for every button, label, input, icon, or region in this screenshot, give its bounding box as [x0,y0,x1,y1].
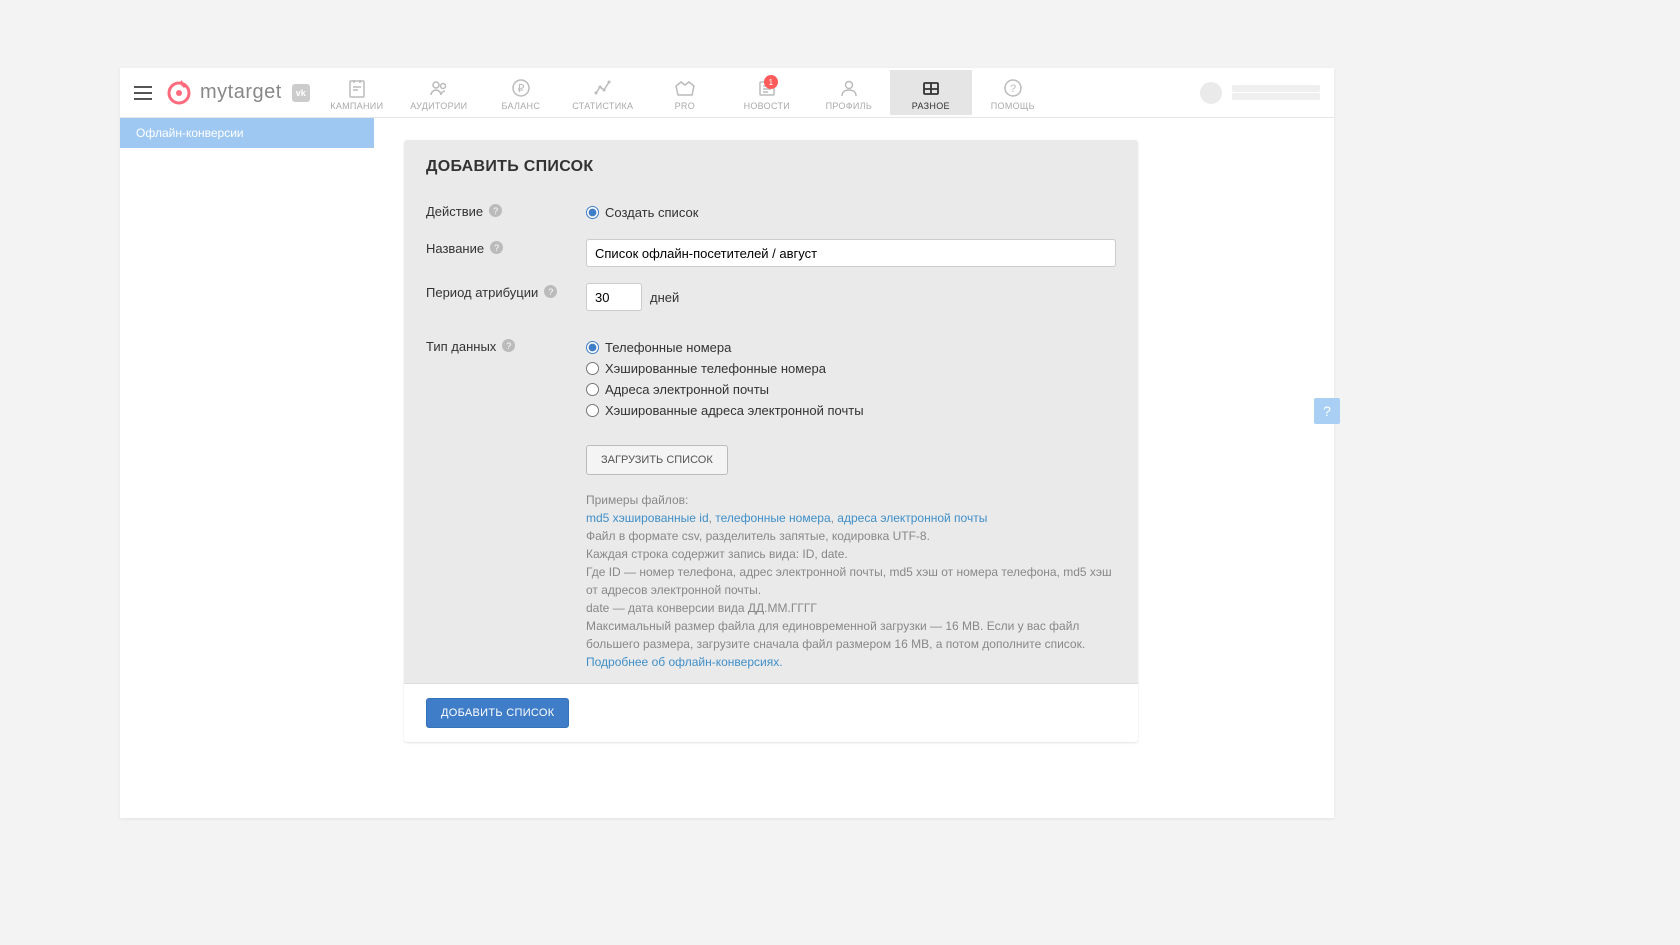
balance-icon: ₽ [484,77,558,99]
audiences-icon [402,77,476,99]
row-action: Действие? Создать список [426,194,1116,231]
link-email[interactable]: адреса электронной почты [837,511,987,525]
pro-icon [648,77,722,99]
nav-misc[interactable]: РАЗНОЕ [890,70,972,115]
label-attribution: Период атрибуции [426,285,538,300]
radio-create-list[interactable]: Создать список [586,202,1116,223]
topbar: mytarget vk КАМПАНИИ АУДИТОРИИ ₽ БАЛАНС … [120,68,1334,118]
label-datatype: Тип данных [426,339,496,354]
label-name: Название [426,241,484,256]
content-area: ДОБАВИТЬ СПИСОК Действие? Создать список… [374,118,1334,818]
avatar [1200,82,1222,104]
misc-icon [894,77,968,99]
radio-phone-hashed[interactable]: Хэшированные телефонные номера [586,358,1116,379]
upload-list-button[interactable]: ЗАГРУЗИТЬ СПИСОК [586,445,728,475]
profile-placeholder [1232,84,1320,101]
logo-mark-icon [164,78,194,108]
label-action: Действие [426,204,483,219]
menu-icon[interactable] [130,80,156,106]
radio-email[interactable]: Адреса электронной почты [586,379,1116,400]
nav-statistics[interactable]: СТАТИСТИКА [562,70,644,115]
link-more[interactable]: Подробнее об офлайн-конверсиях. [586,655,783,669]
svg-text:?: ? [1010,83,1016,95]
hint-line3: Где ID — номер телефона, адрес электронн… [586,563,1116,599]
name-input[interactable] [586,239,1116,267]
sidenav-item-offline-conversions[interactable]: Офлайн-конверсии [120,118,374,148]
row-datatype: Тип данных? Телефонные номера Хэшированн… [426,319,1116,679]
radio-phone[interactable]: Телефонные номера [586,337,1116,358]
svg-text:₽: ₽ [517,83,524,95]
row-attribution: Период атрибуции? дней [426,275,1116,319]
row-name: Название? [426,231,1116,275]
news-icon: 1 [730,77,804,99]
attribution-input[interactable] [586,283,642,311]
profile-area[interactable] [1200,82,1334,104]
add-list-panel: ДОБАВИТЬ СПИСОК Действие? Создать список… [404,140,1138,742]
help-action-icon[interactable]: ? [489,204,502,217]
hint-examples: Примеры файлов: [586,491,1116,509]
main-nav: КАМПАНИИ АУДИТОРИИ ₽ БАЛАНС СТАТИСТИКА P… [316,70,1200,115]
link-md5[interactable]: md5 хэшированные id [586,511,709,525]
sidenav: Офлайн-конверсии [120,118,374,818]
panel-footer: ДОБАВИТЬ СПИСОК [404,683,1138,742]
logo[interactable]: mytarget vk [164,78,310,108]
panel-header: ДОБАВИТЬ СПИСОК [404,140,1138,186]
radio-email-hashed[interactable]: Хэшированные адреса электронной почты [586,400,1116,421]
panel-title: ДОБАВИТЬ СПИСОК [426,158,1116,176]
add-list-button[interactable]: ДОБАВИТЬ СПИСОК [426,698,569,728]
nav-news[interactable]: 1 НОВОСТИ [726,70,808,115]
nav-pro[interactable]: PRO [644,70,726,115]
nav-profile[interactable]: ПРОФИЛЬ [808,70,890,115]
floating-help-button[interactable]: ? [1314,398,1340,424]
help-attribution-icon[interactable]: ? [544,285,557,298]
hint-line1: Файл в формате csv, разделитель запятые,… [586,527,1116,545]
statistics-icon [566,77,640,99]
link-phone[interactable]: телефонные номера [715,511,830,525]
attribution-unit: дней [650,290,679,305]
vk-badge-icon: vk [292,84,310,102]
help-datatype-icon[interactable]: ? [502,339,515,352]
main-body: Офлайн-конверсии ДОБАВИТЬ СПИСОК Действи… [120,118,1334,818]
campaigns-icon [320,77,394,99]
logo-text: mytarget [200,81,282,104]
nav-audiences[interactable]: АУДИТОРИИ [398,70,480,115]
profile-icon [812,77,886,99]
nav-help[interactable]: ? ПОМОЩЬ [972,70,1054,115]
nav-balance[interactable]: ₽ БАЛАНС [480,70,562,115]
hint-block: Примеры файлов: md5 хэшированные id, тел… [586,491,1116,671]
hint-line2: Каждая строка содержит запись вида: ID, … [586,545,1116,563]
help-name-icon[interactable]: ? [490,241,503,254]
hint-line4: date — дата конверсии вида ДД.ММ.ГГГГ [586,599,1116,617]
form: Действие? Создать список Название? Перио… [404,186,1138,683]
nav-campaigns[interactable]: КАМПАНИИ [316,70,398,115]
help-icon: ? [976,77,1050,99]
news-badge: 1 [764,75,778,89]
hint-line5: Максимальный размер файла для единовреме… [586,617,1116,653]
app-window: mytarget vk КАМПАНИИ АУДИТОРИИ ₽ БАЛАНС … [120,68,1334,818]
